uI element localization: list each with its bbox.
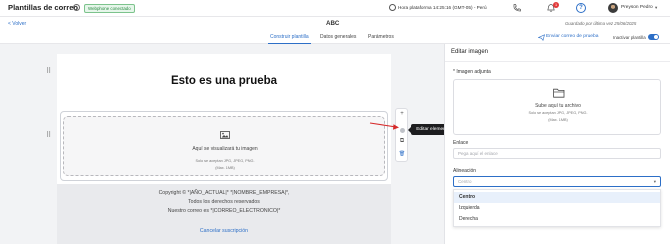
upload-formats-text: Solo se aceptan JPG, JPEG, PNG. — [528, 111, 588, 115]
footer-rights: Todos los derechos reservados — [188, 199, 260, 205]
email-preview: Esto es una prueba Aquí se visualizará t… — [57, 54, 391, 244]
copy-icon[interactable]: ⧉ — [396, 138, 408, 145]
link-input[interactable]: Pega aquí el enlace — [453, 148, 661, 159]
alignment-label: Alineación — [453, 168, 477, 174]
user-name[interactable]: Preyson Pedro — [621, 5, 653, 10]
top-bar: Plantillas de correo i Webphone conectad… — [0, 0, 670, 17]
back-link[interactable]: < Volver — [8, 21, 26, 27]
tab-parameters[interactable]: Parámetros — [368, 34, 394, 40]
link-placeholder: Pega aquí el enlace — [458, 151, 498, 156]
image-icon — [220, 131, 230, 139]
footer-email: Nuestro correo es *|CORREO_ELECTRONICO|* — [167, 208, 281, 214]
inactivate-toggle[interactable] — [648, 34, 659, 40]
inactivate-template-label: Inactivar plantilla — [613, 35, 646, 40]
avatar[interactable] — [608, 3, 618, 13]
upload-text: Sube aquí tu archivo — [535, 103, 581, 109]
alignment-option-left[interactable]: Izquierda — [454, 203, 660, 214]
upload-dropzone[interactable]: Sube aquí tu archivo Solo se aceptan JPG… — [453, 79, 661, 135]
editor-canvas: ⠿ ⠿ Esto es una prueba Aquí se visualiza… — [0, 44, 444, 244]
drag-handle-icon[interactable]: ⠿ — [46, 68, 51, 76]
image-size-text: (Max. 1MB) — [215, 166, 235, 170]
toggle-knob — [654, 35, 658, 39]
unsubscribe-link[interactable]: Cancelar suscripción — [57, 228, 391, 234]
delete-icon[interactable]: 🗑 — [396, 151, 408, 157]
block-toolbar: + ⧉ 🗑 — [395, 108, 408, 162]
alignment-option-right[interactable]: Derecha — [454, 214, 660, 225]
edit-image-panel: Editar imagen * Imagen adjunta Sube aquí… — [444, 44, 670, 244]
upload-size-text: (Max. 1MB) — [548, 118, 568, 122]
drag-handle-icon[interactable]: ⠿ — [46, 132, 51, 140]
saved-status: Guardado por última vez 25/06/2025 — [565, 21, 637, 26]
globe-icon — [389, 4, 396, 11]
phone-icon[interactable] — [512, 3, 522, 13]
panel-title: Editar imagen — [451, 49, 489, 55]
add-block-button[interactable]: + — [396, 111, 408, 117]
footer-copyright: Copyright © *|AÑO_ACTUAL|* *|NOMBRE_EMPR… — [158, 190, 290, 196]
alignment-option-center[interactable]: Centro — [454, 192, 660, 203]
annotation-arrow-icon — [369, 122, 399, 130]
help-icon[interactable]: ? — [576, 3, 586, 13]
page-title: ABC — [326, 20, 340, 27]
chevron-down-icon: ▾ — [653, 179, 656, 184]
image-formats-text: Solo se aceptan JPG, JPEG, PNG. — [195, 159, 255, 163]
image-attached-label: * Imagen adjunta — [453, 69, 491, 75]
folder-icon — [553, 88, 565, 98]
app-title: Plantillas de correo — [8, 3, 79, 12]
alignment-selected-value: Centro — [458, 179, 472, 184]
image-placeholder-block[interactable]: Aquí se visualizará tu imagen Solo se ac… — [63, 116, 385, 176]
image-placeholder-text: Aquí se visualizará tu imagen — [192, 146, 258, 152]
email-footer[interactable]: Copyright © *|AÑO_ACTUAL|* *|NOMBRE_EMPR… — [57, 184, 391, 244]
email-heading[interactable]: Esto es una prueba — [57, 75, 391, 87]
panel-divider — [445, 61, 670, 62]
status-badge: Webphone conectado — [84, 4, 135, 13]
chevron-down-icon[interactable]: ▾ — [655, 5, 657, 11]
alignment-select[interactable]: Centro ▾ — [453, 176, 661, 187]
notification-badge: 1 — [553, 2, 559, 8]
tab-build-template[interactable]: Construir plantilla — [270, 34, 309, 40]
info-icon[interactable]: i — [73, 4, 80, 11]
alignment-options: Centro Izquierda Derecha — [453, 189, 661, 227]
send-icon[interactable] — [538, 34, 545, 41]
send-test-mail-button[interactable]: Enviar correo de prueba — [546, 34, 598, 39]
tab-bar: Construir plantilla Datos generales Pará… — [0, 31, 670, 44]
platform-time: Hora plataforma 14:25:16 (GMT-05) - Perú — [398, 5, 487, 10]
link-label: Enlace — [453, 140, 469, 146]
tab-general-data[interactable]: Datos generales — [320, 34, 356, 40]
